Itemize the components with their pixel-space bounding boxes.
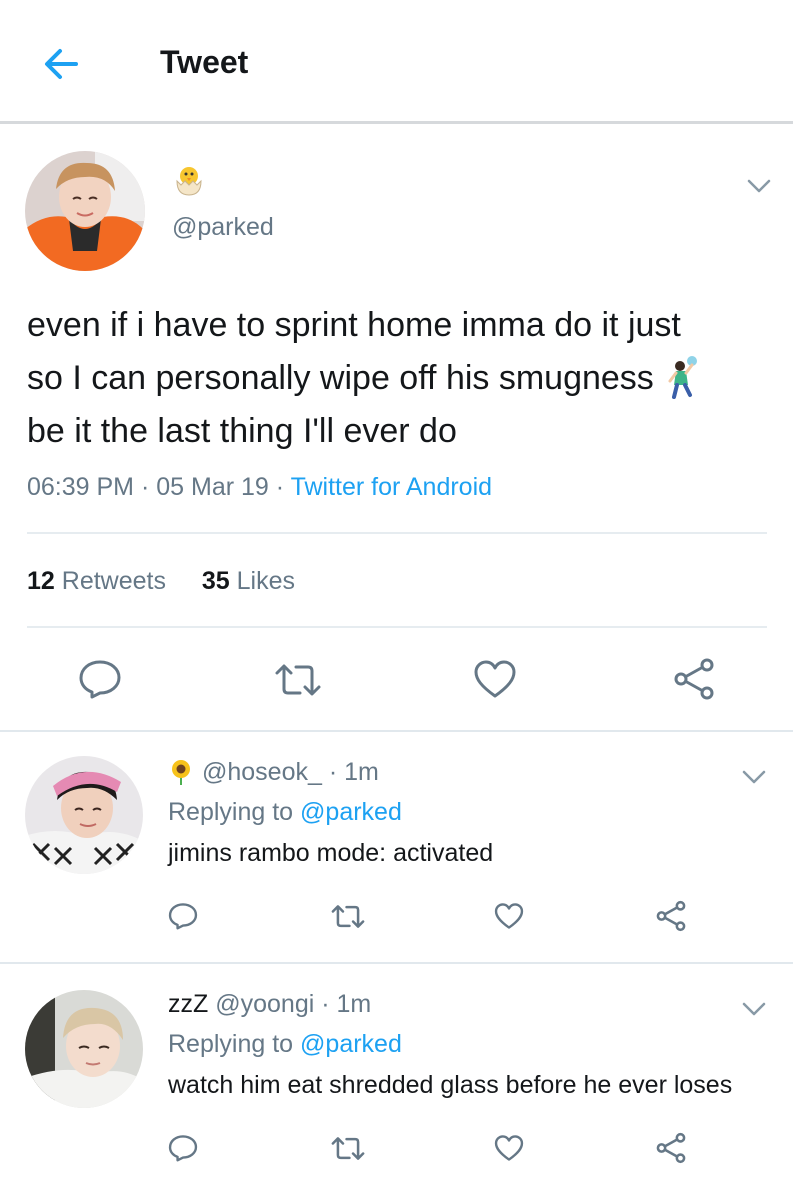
reply-time: 1m bbox=[336, 990, 372, 1018]
share-icon[interactable] bbox=[655, 900, 687, 937]
reply-header: @hoseok_ · 1m bbox=[168, 758, 379, 787]
separator-dot: · bbox=[268, 473, 291, 501]
likes-label: Likes bbox=[236, 567, 296, 595]
reply-time: 1m bbox=[344, 758, 379, 786]
replying-to-label: Replying to bbox=[168, 798, 301, 826]
back-arrow-icon[interactable] bbox=[40, 42, 84, 86]
reply-handle[interactable]: @yoongi bbox=[215, 990, 314, 1018]
separator-dot: · bbox=[314, 990, 337, 1018]
replying-to-label: Replying to bbox=[168, 1030, 301, 1058]
main-tweet: @parked even if i have to sprint home im… bbox=[0, 127, 793, 732]
reply-tweet[interactable]: zzZ @yoongi · 1m Replying to @parked wat… bbox=[0, 964, 793, 1200]
retweets-label: Retweets bbox=[61, 567, 166, 595]
replying-to: Replying to @parked bbox=[168, 798, 402, 827]
replying-to: Replying to @parked bbox=[168, 1030, 402, 1059]
avatar[interactable] bbox=[25, 990, 143, 1108]
tweet-time: 06:39 PM bbox=[27, 473, 135, 501]
reply-text: watch him eat shredded glass before he e… bbox=[168, 1071, 733, 1099]
likes-count: 35 bbox=[201, 567, 230, 595]
sunflower-emoji bbox=[168, 759, 194, 785]
mention-link[interactable]: @parked bbox=[300, 798, 402, 826]
tweet-text-line: be it the last thing I'll ever do bbox=[27, 412, 457, 450]
tweet-text-segment: so I can personally wipe off his smugnes… bbox=[27, 359, 654, 397]
person-playing-handball-emoji bbox=[662, 355, 702, 399]
hatching-chick-emoji bbox=[172, 163, 206, 197]
tweet-metadata: 06:39 PM · 05 Mar 19 · Twitter for Andro… bbox=[27, 473, 492, 502]
reply-icon[interactable] bbox=[168, 902, 198, 935]
share-icon[interactable] bbox=[672, 657, 716, 706]
reply-icon[interactable] bbox=[168, 1134, 198, 1167]
avatar[interactable] bbox=[25, 756, 143, 874]
engagement-stats: 12 Retweets 35 Likes bbox=[27, 567, 295, 596]
avatar[interactable] bbox=[25, 151, 145, 271]
retweets-count: 12 bbox=[27, 567, 55, 595]
reply-display-name: zzZ bbox=[168, 990, 209, 1018]
reply-tweet[interactable]: @hoseok_ · 1m Replying to @parked jimins… bbox=[0, 732, 793, 964]
separator-dot: · bbox=[321, 758, 345, 786]
reply-header: zzZ @yoongi · 1m bbox=[168, 990, 371, 1019]
like-heart-icon[interactable] bbox=[494, 902, 524, 935]
reply-text: jimins rambo mode: activated bbox=[168, 839, 494, 867]
tweet-date: 05 Mar 19 bbox=[156, 473, 269, 501]
retweets-stat[interactable]: 12 Retweets bbox=[27, 567, 166, 595]
tweet-text-line: so I can personally wipe off his smugnes… bbox=[27, 352, 767, 405]
separator-dot: · bbox=[134, 473, 157, 501]
tweet-text: even if i have to sprint home imma do it… bbox=[27, 299, 767, 458]
likes-stat[interactable]: 35 Likes bbox=[202, 567, 295, 595]
chevron-down-icon[interactable] bbox=[740, 1000, 768, 1018]
divider bbox=[27, 532, 767, 534]
divider bbox=[27, 626, 767, 628]
like-heart-icon[interactable] bbox=[473, 659, 517, 704]
reply-handle[interactable]: @hoseok_ bbox=[202, 758, 322, 786]
mention-link[interactable]: @parked bbox=[300, 1030, 402, 1058]
top-app-bar: Tweet bbox=[0, 0, 793, 124]
retweet-icon[interactable] bbox=[273, 663, 323, 702]
reply-icon[interactable] bbox=[78, 659, 122, 704]
chevron-down-icon[interactable] bbox=[745, 177, 773, 195]
like-heart-icon[interactable] bbox=[494, 1134, 524, 1167]
author-handle[interactable]: @parked bbox=[172, 213, 274, 242]
tweet-source-link[interactable]: Twitter for Android bbox=[291, 473, 492, 501]
tweet-text-line: even if i have to sprint home imma do it… bbox=[27, 306, 681, 344]
share-icon[interactable] bbox=[655, 1132, 687, 1169]
page-title: Tweet bbox=[160, 44, 249, 80]
chevron-down-icon[interactable] bbox=[740, 768, 768, 786]
retweet-icon[interactable] bbox=[330, 904, 366, 934]
retweet-icon[interactable] bbox=[330, 1136, 366, 1166]
